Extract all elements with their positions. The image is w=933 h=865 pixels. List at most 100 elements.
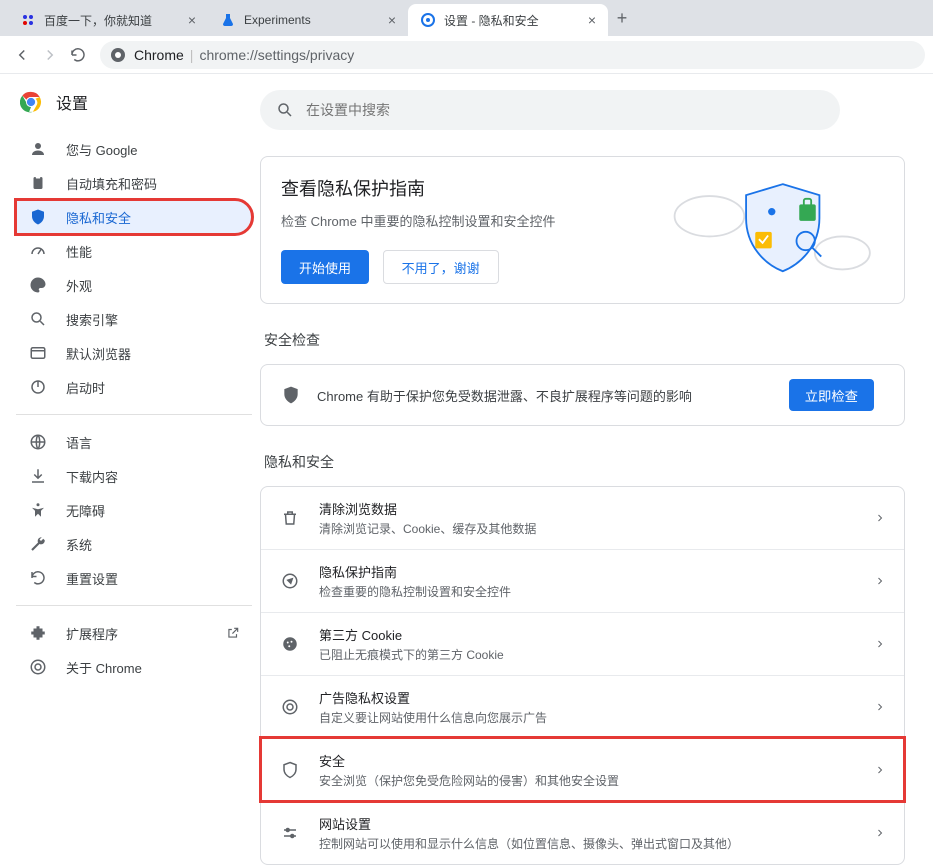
back-button[interactable] [8, 41, 36, 69]
reset-icon [28, 568, 48, 588]
address-bar[interactable]: Chrome | chrome://settings/privacy [100, 41, 925, 69]
sidebar-item-label: 默认浏览器 [66, 344, 131, 363]
power-icon [28, 377, 48, 397]
sidebar-item-label: 自动填充和密码 [66, 174, 157, 193]
browser-tab[interactable]: 百度一下，你就知道 × [8, 4, 208, 36]
sidebar-item-label: 您与 Google [66, 140, 138, 159]
close-icon[interactable]: × [388, 12, 396, 28]
chevron-right-icon [874, 764, 886, 776]
browser-toolbar: Chrome | chrome://settings/privacy [0, 36, 933, 74]
tab-title: 设置 - 隐私和安全 [444, 12, 582, 29]
sidebar-item-label: 外观 [66, 276, 92, 295]
guide-dismiss-button[interactable]: 不用了，谢谢 [383, 250, 499, 284]
sidebar-item-about[interactable]: 关于 Chrome [16, 650, 252, 684]
globe-icon [28, 432, 48, 452]
divider [16, 605, 252, 606]
sidebar-item-autofill[interactable]: 自动填充和密码 [16, 166, 252, 200]
sidebar-item-you-and-google[interactable]: 您与 Google [16, 132, 252, 166]
browser-tab-active[interactable]: 设置 - 隐私和安全 × [408, 4, 608, 36]
settings-search-input[interactable] [306, 102, 824, 118]
row-site-settings[interactable]: 网站设置控制网站可以使用和显示什么信息（如位置信息、摄像头、弹出式窗口及其他） [261, 801, 904, 864]
sidebar-item-performance[interactable]: 性能 [16, 234, 252, 268]
chevron-right-icon [874, 575, 886, 587]
safety-text: Chrome 有助于保护您免受数据泄露、不良扩展程序等问题的影响 [317, 386, 789, 405]
guide-start-button[interactable]: 开始使用 [281, 250, 369, 284]
forward-button[interactable] [36, 41, 64, 69]
row-subtitle: 安全浏览（保护您免受危险网站的侵害）和其他安全设置 [319, 772, 874, 789]
settings-favicon-icon [420, 12, 436, 28]
sidebar-item-startup[interactable]: 启动时 [16, 370, 252, 404]
row-subtitle: 清除浏览记录、Cookie、缓存及其他数据 [319, 520, 874, 537]
new-tab-button[interactable]: + [608, 8, 636, 29]
row-subtitle: 已阻止无痕模式下的第三方 Cookie [319, 646, 874, 663]
guide-subtitle: 检查 Chrome 中重要的隐私控制设置和安全控件 [281, 211, 654, 230]
shield-icon [28, 207, 48, 227]
sidebar-item-label: 下载内容 [66, 467, 118, 486]
sidebar-item-downloads[interactable]: 下载内容 [16, 459, 252, 493]
row-subtitle: 自定义要让网站使用什么信息向您展示广告 [319, 709, 874, 726]
row-clear-browsing-data[interactable]: 清除浏览数据清除浏览记录、Cookie、缓存及其他数据 [261, 487, 904, 549]
extension-icon [28, 623, 48, 643]
settings-search[interactable] [260, 90, 840, 130]
privacy-section-label: 隐私和安全 [264, 452, 905, 472]
safety-check-button[interactable]: 立即检查 [789, 379, 874, 411]
row-security[interactable]: 安全安全浏览（保护您免受危险网站的侵害）和其他安全设置 [261, 738, 904, 801]
privacy-guide-card: 查看隐私保护指南 检查 Chrome 中重要的隐私控制设置和安全控件 开始使用 … [260, 156, 905, 304]
address-path: chrome://settings/privacy [199, 47, 354, 63]
row-privacy-guide[interactable]: 隐私保护指南检查重要的隐私控制设置和安全控件 [261, 549, 904, 612]
shield-icon [281, 385, 301, 405]
sidebar-item-appearance[interactable]: 外观 [16, 268, 252, 302]
settings-sidebar: 设置 您与 Google 自动填充和密码 隐私和安全 性能 外观 搜索引擎 默认… [0, 90, 260, 865]
external-link-icon [226, 626, 240, 640]
chrome-icon [28, 657, 48, 677]
browser-icon [28, 343, 48, 363]
row-subtitle: 检查重要的隐私控制设置和安全控件 [319, 583, 874, 600]
sidebar-item-label: 重置设置 [66, 569, 118, 588]
chrome-icon [110, 47, 126, 63]
chevron-right-icon [874, 638, 886, 650]
safety-check-card: Chrome 有助于保护您免受数据泄露、不良扩展程序等问题的影响 立即检查 [260, 364, 905, 426]
sidebar-item-reset[interactable]: 重置设置 [16, 561, 252, 595]
search-icon [28, 309, 48, 329]
row-title: 安全 [319, 751, 874, 770]
sidebar-item-label: 语言 [66, 433, 92, 452]
sidebar-item-system[interactable]: 系统 [16, 527, 252, 561]
clipboard-icon [28, 173, 48, 193]
sidebar-item-privacy[interactable]: 隐私和安全 [16, 200, 252, 234]
close-icon[interactable]: × [188, 12, 196, 28]
row-title: 清除浏览数据 [319, 499, 874, 518]
chevron-right-icon [874, 827, 886, 839]
divider [16, 414, 252, 415]
sidebar-item-default-browser[interactable]: 默认浏览器 [16, 336, 252, 370]
sidebar-item-label: 系统 [66, 535, 92, 554]
sidebar-item-label: 性能 [66, 242, 92, 261]
page-title: 设置 [56, 90, 88, 114]
sidebar-item-accessibility[interactable]: 无障碍 [16, 493, 252, 527]
row-third-party-cookies[interactable]: 第三方 Cookie 已阻止无痕模式下的第三方 Cookie [261, 612, 904, 675]
download-icon [28, 466, 48, 486]
shield-icon [279, 761, 301, 779]
baidu-favicon-icon [20, 12, 36, 28]
browser-tab[interactable]: Experiments × [208, 4, 408, 36]
chevron-right-icon [874, 701, 886, 713]
row-title: 隐私保护指南 [319, 562, 874, 581]
row-ad-privacy[interactable]: 广告隐私权设置自定义要让网站使用什么信息向您展示广告 [261, 675, 904, 738]
sidebar-item-languages[interactable]: 语言 [16, 425, 252, 459]
row-title: 第三方 Cookie [319, 625, 874, 644]
flask-favicon-icon [220, 12, 236, 28]
sidebar-item-label: 扩展程序 [66, 624, 118, 643]
safety-section-label: 安全检查 [264, 330, 905, 350]
tab-title: Experiments [244, 13, 382, 27]
address-host: Chrome [134, 47, 184, 63]
trash-icon [279, 509, 301, 527]
sidebar-item-extensions[interactable]: 扩展程序 [16, 616, 252, 650]
settings-main: 查看隐私保护指南 检查 Chrome 中重要的隐私控制设置和安全控件 开始使用 … [260, 90, 933, 865]
sidebar-item-label: 关于 Chrome [66, 658, 142, 677]
reload-button[interactable] [64, 41, 92, 69]
privacy-settings-list: 清除浏览数据清除浏览记录、Cookie、缓存及其他数据 隐私保护指南检查重要的隐… [260, 486, 905, 865]
close-icon[interactable]: × [588, 12, 596, 28]
sidebar-item-search[interactable]: 搜索引擎 [16, 302, 252, 336]
sidebar-item-label: 隐私和安全 [66, 208, 131, 227]
sidebar-item-label: 无障碍 [66, 501, 105, 520]
row-title: 广告隐私权设置 [319, 688, 874, 707]
